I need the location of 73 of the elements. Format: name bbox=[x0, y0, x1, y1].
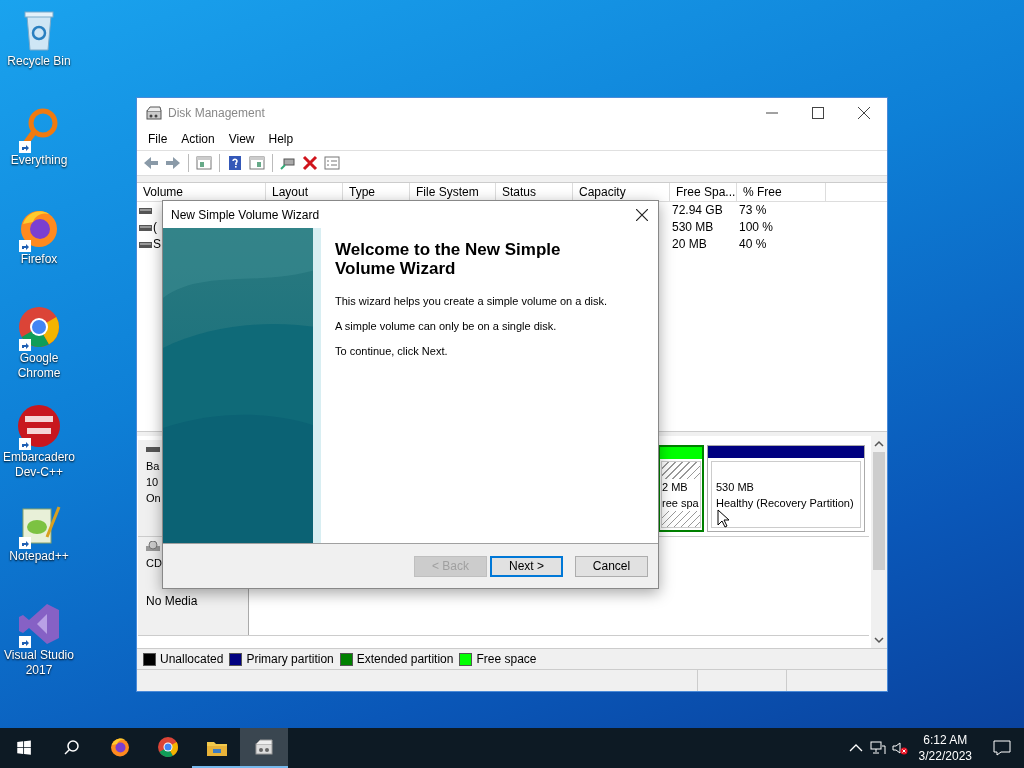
disk-info-text: No Media bbox=[146, 593, 199, 609]
volume-icon bbox=[139, 224, 152, 231]
partition-text: 2 MB bbox=[662, 478, 700, 495]
volume-icon bbox=[139, 241, 152, 248]
clock-date[interactable]: 3/22/2023 bbox=[918, 748, 972, 764]
window-title: Disk Management bbox=[168, 106, 266, 120]
table-cell: 530 MB bbox=[672, 219, 714, 236]
maximize-icon bbox=[812, 107, 824, 119]
table-cell: 100 % bbox=[739, 219, 774, 236]
scroll-up-icon[interactable] bbox=[874, 439, 884, 449]
plug-icon bbox=[280, 155, 296, 171]
icon-label[interactable]: Google Chrome bbox=[0, 351, 78, 381]
muted-speaker-icon[interactable] bbox=[891, 740, 908, 756]
legend-label: Primary partition bbox=[246, 652, 334, 666]
close-icon bbox=[858, 107, 870, 119]
menu-item[interactable]: Action bbox=[174, 132, 222, 146]
partition-text: 530 MB bbox=[716, 479, 755, 495]
panel-icon bbox=[249, 155, 265, 171]
back-arrow-icon bbox=[143, 155, 159, 171]
menu-item[interactable]: View bbox=[221, 132, 262, 146]
clock-time[interactable]: 6:12 AM bbox=[923, 732, 968, 748]
column-header[interactable]: % Free bbox=[737, 183, 826, 202]
table-cell: 73 % bbox=[739, 202, 767, 219]
panel-button[interactable] bbox=[194, 154, 214, 172]
disk-info-text: CD bbox=[146, 556, 163, 571]
disk-info-text: On bbox=[146, 491, 162, 506]
icon-label[interactable]: Firefox bbox=[0, 252, 78, 267]
legend-label: Free space bbox=[476, 652, 537, 666]
table-cell: 72.94 GB bbox=[672, 202, 723, 219]
panel-button[interactable] bbox=[247, 154, 267, 172]
icon-label[interactable]: Visual Studio 2017 bbox=[0, 648, 78, 678]
table-cell: 40 % bbox=[739, 236, 767, 253]
dialog-button[interactable]: Cancel bbox=[575, 555, 648, 577]
forward-arrow-icon bbox=[165, 155, 181, 171]
partition-color-bar bbox=[660, 447, 702, 459]
volume-icon bbox=[139, 207, 152, 214]
partition-block[interactable]: 530 MB Healthy (Recovery Partition) bbox=[707, 445, 865, 532]
notification-icon bbox=[993, 740, 1011, 756]
cd-drive-icon bbox=[146, 541, 160, 551]
cursor-icon bbox=[717, 509, 730, 528]
delete-button[interactable] bbox=[300, 154, 320, 172]
network-icon[interactable] bbox=[869, 740, 886, 756]
column-header[interactable]: Free Spa... bbox=[670, 183, 737, 202]
table-cell: 20 MB bbox=[672, 236, 707, 253]
menu-item[interactable]: File bbox=[141, 132, 175, 146]
taskbar-app[interactable] bbox=[240, 728, 288, 768]
properties-icon bbox=[324, 155, 340, 171]
partition-text: Healthy (Recovery Partition) bbox=[716, 495, 855, 511]
icon-label[interactable]: Notepad++ bbox=[0, 549, 78, 564]
table-cell: ( bbox=[153, 219, 157, 236]
disk-info-text: Ba bbox=[146, 459, 161, 474]
app-icon[interactable] bbox=[15, 402, 63, 450]
wizard-text: This wizard helps you create a simple volume on a disk. bbox=[335, 295, 609, 307]
disk-info-text: 10 bbox=[146, 475, 160, 490]
partition-block[interactable]: 2 MB ree spa bbox=[658, 445, 704, 532]
disk-drive-icon bbox=[146, 106, 162, 120]
wizard-text: To continue, click Next. bbox=[335, 345, 449, 357]
menu-item[interactable]: Help bbox=[261, 132, 301, 146]
delete-icon bbox=[302, 155, 318, 171]
table-cell: S bbox=[153, 236, 161, 253]
scroll-down-icon[interactable] bbox=[874, 635, 884, 645]
help-icon bbox=[227, 155, 243, 171]
dialog-button[interactable]: Next > bbox=[490, 555, 563, 577]
icon-label[interactable]: Embarcadero Dev-C++ bbox=[0, 450, 78, 480]
close-icon bbox=[636, 208, 648, 221]
panel-icon bbox=[196, 155, 212, 171]
legend-label: Extended partition bbox=[356, 652, 454, 666]
chrome-icon bbox=[156, 735, 180, 759]
wizard-heading: Welcome to the New Simple Volume Wizard bbox=[335, 240, 562, 278]
legend-label: Unallocated bbox=[160, 652, 224, 666]
dialog-title: New Simple Volume Wizard bbox=[171, 207, 321, 222]
scrollbar[interactable] bbox=[871, 436, 887, 648]
wizard-text: A simple volume can only be on a single disk. bbox=[335, 320, 558, 332]
